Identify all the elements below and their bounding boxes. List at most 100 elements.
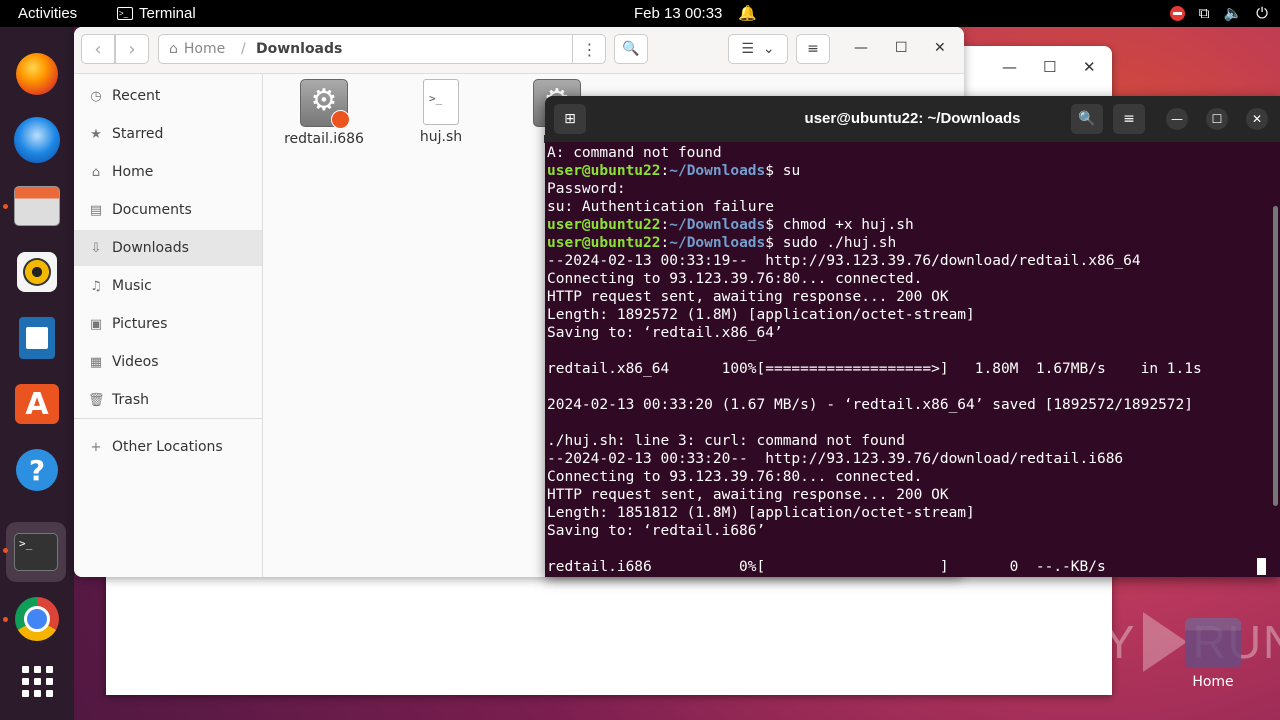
- app-menu[interactable]: >_ Terminal: [117, 5, 196, 22]
- chevron-down-icon: ⌄: [762, 41, 775, 57]
- document-icon: ▤: [89, 202, 103, 218]
- minimize-button[interactable]: —: [1002, 58, 1017, 76]
- sidebar-item-label: Pictures: [112, 316, 168, 332]
- sidebar-item-starred[interactable]: ★ Starred: [74, 116, 262, 152]
- dock-help[interactable]: ?: [11, 444, 63, 496]
- terminal-line: 2024-02-13 00:33:20 (1.67 MB/s) - ‘redta…: [547, 397, 1194, 413]
- sidebar-item-trash[interactable]: 🗑 Trash: [74, 382, 262, 418]
- clock[interactable]: Feb 13 00:33: [634, 5, 722, 22]
- sidebar-item-documents[interactable]: ▤ Documents: [74, 192, 262, 228]
- search-button[interactable]: 🔍: [1071, 104, 1103, 134]
- terminal-line: redtail.i686 0%[ ] 0 --.-KB/s: [547, 559, 1106, 575]
- terminal-line: HTTP request sent, awaiting response... …: [547, 487, 949, 503]
- terminal-line: Connecting to 93.123.39.76:80... connect…: [547, 271, 923, 287]
- sidebar-item-other-locations[interactable]: + Other Locations: [74, 429, 262, 465]
- close-button[interactable]: ✕: [934, 40, 946, 56]
- close-button[interactable]: ✕: [1246, 108, 1268, 130]
- maximize-button[interactable]: ☐: [895, 40, 908, 56]
- app-center-icon: A: [15, 384, 59, 424]
- terminal-window[interactable]: ⊞ user@ubuntu22: ~/Downloads 🔍 ≡ — ☐ ✕ A…: [545, 96, 1280, 577]
- maximize-button[interactable]: ☐: [1043, 58, 1056, 76]
- terminal-line: redtail.x86_64 100%[===================>…: [547, 361, 1202, 377]
- trash-icon: 🗑: [88, 392, 105, 408]
- sidebar-item-videos[interactable]: ▦ Videos: [74, 344, 262, 380]
- minimize-button[interactable]: —: [854, 40, 868, 56]
- back-button[interactable]: ‹: [81, 34, 115, 64]
- writer-icon: [19, 317, 55, 359]
- scrollbar[interactable]: [1273, 206, 1278, 506]
- terminal-line: user@ubuntu22:~/Downloads$ sudo ./huj.sh: [547, 235, 897, 251]
- hamburger-icon: ≡: [1123, 111, 1135, 127]
- prompt-path: ~/Downloads: [669, 163, 766, 179]
- dock-writer[interactable]: [11, 312, 63, 364]
- dock-thunderbird[interactable]: [11, 114, 63, 166]
- desktop-home-icon[interactable]: Home: [1180, 618, 1246, 690]
- sidebar-item-label: Recent: [112, 88, 161, 104]
- desktop-home-label: Home: [1192, 674, 1234, 690]
- firefox-icon: [16, 53, 58, 95]
- system-tray[interactable]: ⧉ 🔈 ⏻: [1169, 4, 1268, 22]
- sidebar-item-downloads[interactable]: ⇩ Downloads: [74, 230, 262, 266]
- terminal-line: ./huj.sh: line 3: curl: command not foun…: [547, 433, 905, 449]
- hamburger-icon: ≡: [807, 41, 819, 57]
- rhythmbox-icon: [17, 252, 57, 292]
- picture-icon: ▣: [89, 316, 103, 332]
- show-apps-button[interactable]: [11, 655, 63, 707]
- list-view-icon: ☰: [741, 41, 754, 57]
- bell-icon[interactable]: 🔔: [738, 4, 757, 22]
- sidebar-item-home[interactable]: ⌂ Home: [74, 154, 262, 190]
- terminal-line: Password:: [547, 181, 626, 197]
- sidebar-item-pictures[interactable]: ▣ Pictures: [74, 306, 262, 342]
- path-bar[interactable]: ⌂ Home / Downloads: [158, 34, 606, 64]
- sidebar-item-label: Music: [112, 278, 152, 294]
- plus-icon: +: [90, 439, 102, 455]
- activities-button[interactable]: Activities: [18, 5, 77, 22]
- terminal-icon: >_: [14, 533, 58, 571]
- running-indicator: [3, 548, 8, 553]
- command-text: chmod +x huj.sh: [774, 217, 914, 233]
- sidebar-item-label: Videos: [112, 354, 159, 370]
- file-name: redtail.i686: [284, 131, 364, 147]
- files-sidebar: ◷ Recent ★ Starred ⌂ Home ▤ Documents ⇩ Downl…: [74, 74, 263, 577]
- sidebar-item-music[interactable]: ♫ Music: [74, 268, 262, 304]
- network-icon[interactable]: ⧉: [1199, 5, 1210, 22]
- terminal-line: --2024-02-13 00:33:20-- http://93.123.39…: [547, 451, 1124, 467]
- stop-icon[interactable]: [1169, 5, 1185, 21]
- volume-icon[interactable]: 🔈: [1223, 4, 1242, 22]
- dock-app-center[interactable]: A: [11, 378, 63, 430]
- view-toggle[interactable]: ☰ ⌄: [728, 34, 788, 64]
- search-button[interactable]: 🔍: [614, 34, 648, 64]
- download-icon: ⇩: [90, 240, 102, 256]
- home-icon: ⌂: [169, 41, 178, 57]
- dock-terminal[interactable]: >_: [6, 522, 66, 582]
- home-icon: ⌂: [91, 164, 101, 180]
- main-menu-button[interactable]: ≡: [796, 34, 830, 64]
- dock: A ? >_: [0, 27, 74, 720]
- terminal-titlebar[interactable]: ⊞ user@ubuntu22: ~/Downloads 🔍 ≡ — ☐ ✕: [545, 96, 1280, 142]
- menu-button[interactable]: ≡: [1113, 104, 1145, 134]
- dock-chrome[interactable]: [11, 593, 63, 645]
- forward-button[interactable]: ›: [115, 34, 149, 64]
- file-item[interactable]: ⚙ redtail.i686: [269, 79, 379, 147]
- path-menu-button[interactable]: ⋮: [572, 34, 606, 64]
- dock-firefox[interactable]: [11, 48, 63, 100]
- file-item[interactable]: >_ huj.sh: [386, 79, 496, 145]
- script-icon: >_: [423, 79, 459, 125]
- sidebar-item-label: Downloads: [112, 240, 189, 256]
- terminal-output[interactable]: A: command not found user@ubuntu22:~/Down…: [547, 144, 1262, 576]
- dock-rhythmbox[interactable]: [11, 246, 63, 298]
- sidebar-item-recent[interactable]: ◷ Recent: [74, 78, 262, 114]
- close-button[interactable]: ✕: [1083, 58, 1096, 76]
- star-icon: ★: [90, 126, 102, 142]
- dock-files[interactable]: [11, 180, 63, 232]
- path-current[interactable]: Downloads: [256, 41, 342, 57]
- minimize-button[interactable]: —: [1166, 108, 1188, 130]
- path-home[interactable]: ⌂ Home: [169, 41, 225, 57]
- maximize-button[interactable]: ☐: [1206, 108, 1228, 130]
- folder-icon: [1185, 618, 1241, 668]
- chevron-left-icon: ‹: [94, 38, 102, 60]
- sidebar-item-label: Other Locations: [112, 439, 223, 455]
- power-icon[interactable]: ⏻: [1256, 5, 1268, 22]
- lock-icon: [331, 110, 350, 129]
